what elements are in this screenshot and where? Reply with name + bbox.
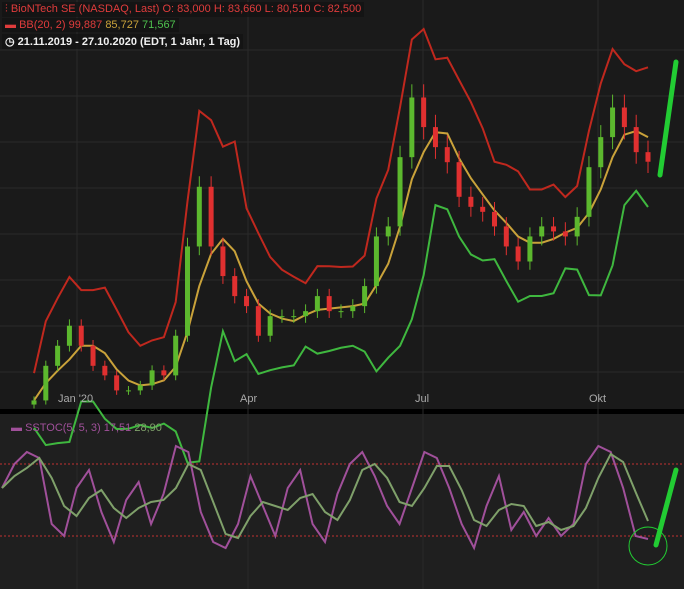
range-info: (EDT, 1 Jahr, 1 Tag)	[140, 36, 241, 48]
candle-body	[527, 236, 533, 262]
bb-lower-value: 71,567	[142, 19, 176, 31]
candle-body	[232, 276, 238, 297]
panel-divider	[0, 409, 684, 414]
stoch-line-icon: ▬	[11, 422, 22, 434]
candle-body	[220, 246, 226, 277]
candle-body	[314, 296, 320, 312]
candle-body	[244, 296, 250, 307]
candle-body	[551, 226, 557, 232]
chart-canvas[interactable]	[0, 0, 684, 589]
candle-body	[645, 152, 651, 162]
candle-body	[586, 167, 592, 217]
candle-body	[456, 162, 462, 197]
stoch-label: SSTOC(5, 5, 3)	[25, 422, 101, 434]
x-tick-jan: Jan '20	[58, 393, 94, 405]
stoch-d-value: 28,90	[134, 422, 162, 434]
candle-body	[503, 226, 509, 247]
candle-body	[421, 97, 427, 128]
low-value: L: 80,510	[264, 3, 311, 15]
candle-body	[31, 400, 37, 405]
candle-body	[102, 365, 108, 376]
bb-legend: ▬ BB(20, 2) 99,887 85,727 71,567	[2, 18, 179, 32]
candle-body	[267, 316, 273, 336]
range-legend: ◷ 21.11.2019 - 27.10.2020 (EDT, 1 Jahr, …	[2, 34, 244, 49]
x-tick-okt: Okt	[589, 393, 607, 405]
close-value: C: 82,500	[313, 3, 362, 15]
candle-body	[409, 97, 415, 158]
candles-icon: ⫶	[5, 3, 8, 15]
date-range: 21.11.2019 - 27.10.2020	[17, 36, 137, 48]
candle-body	[480, 206, 486, 212]
candle-body	[279, 316, 285, 318]
candle-body	[149, 370, 155, 386]
bb-line-icon: ▬	[5, 19, 16, 31]
candle-body	[43, 365, 49, 401]
candle-body	[515, 246, 521, 262]
candle-body	[397, 157, 403, 227]
price-legend: ⫶ BioNTech SE (NASDAQ, Last) O: 83,000 H…	[2, 2, 365, 17]
bb-mid-value: 85,727	[105, 19, 139, 31]
bb-label: BB(20, 2)	[19, 19, 66, 31]
candle-body	[621, 107, 627, 128]
candle-body	[55, 345, 61, 366]
candle-body	[598, 137, 604, 168]
candle-body	[610, 107, 616, 138]
candle-body	[562, 231, 568, 237]
candle-body	[492, 211, 497, 227]
candle-body	[373, 236, 379, 287]
chart-window: ⫶ BioNTech SE (NASDAQ, Last) O: 83,000 H…	[0, 0, 684, 589]
high-value: H: 83,660	[213, 3, 262, 15]
open-value: O: 83,000	[162, 3, 211, 15]
candle-body	[66, 325, 72, 346]
candle-body	[303, 311, 309, 317]
candle-body	[114, 375, 120, 391]
candle-body	[125, 390, 131, 392]
candle-body	[137, 385, 143, 391]
candle-body	[291, 316, 297, 318]
instrument-title: BioNTech SE (NASDAQ, Last)	[10, 3, 160, 15]
candle-body	[350, 306, 356, 312]
candle-body	[633, 127, 639, 153]
bb-upper-value: 99,887	[68, 19, 103, 31]
clock-icon: ◷	[5, 36, 15, 48]
candle-body	[90, 345, 96, 366]
candle-body	[185, 246, 190, 336]
stoch-k-value: 17,51	[103, 422, 132, 434]
candle-body	[385, 226, 391, 237]
stoch-panel	[0, 414, 684, 589]
candle-body	[574, 216, 580, 237]
stoch-legend: ▬ SSTOC(5, 5, 3) 17,51 28,90	[8, 421, 165, 435]
candle-body	[432, 127, 438, 148]
candle-body	[161, 370, 167, 376]
candle-body	[539, 226, 545, 237]
candle-body	[78, 325, 84, 346]
candle-body	[468, 196, 474, 207]
x-tick-jul: Jul	[415, 393, 430, 405]
candle-body	[173, 335, 179, 376]
candle-body	[326, 296, 332, 312]
candle-body	[444, 147, 450, 163]
candle-body	[255, 306, 261, 336]
candle-body	[208, 186, 214, 247]
x-tick-apr: Apr	[240, 393, 258, 405]
candle-body	[338, 311, 344, 313]
candle-body	[362, 286, 368, 307]
candle-body	[196, 186, 202, 247]
